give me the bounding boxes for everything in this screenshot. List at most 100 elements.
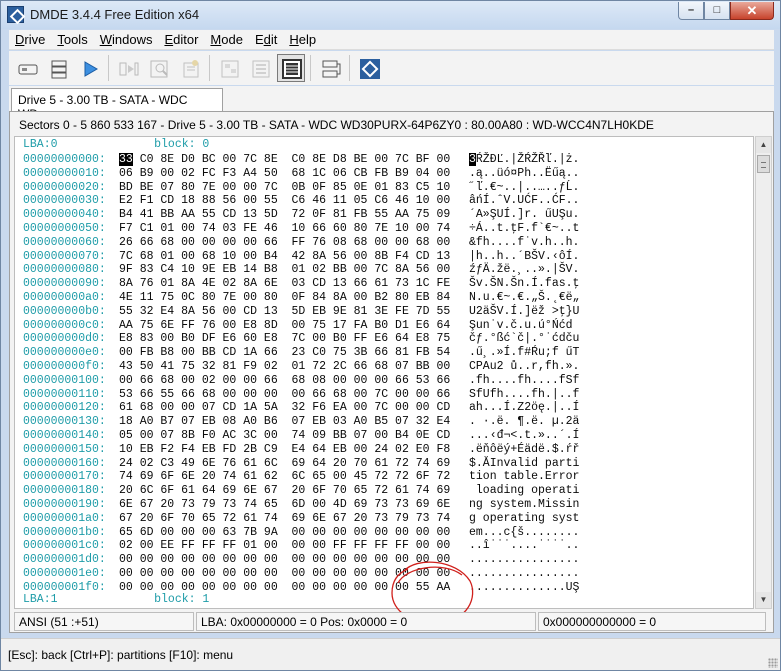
- sectors-icon[interactable]: [114, 54, 142, 82]
- tab-drive-5[interactable]: Drive 5 - 3.00 TB - SATA - WDC WD...: [11, 88, 223, 121]
- toolbar-separator: [209, 55, 210, 81]
- hex-row-address: 00000000090:: [23, 277, 106, 291]
- app-window: DMDE 3.4.4 Free Edition x64 – □ ✕ Drive T…: [0, 0, 781, 671]
- hex-row-bytes: 67 20 6F 70 65 72 61 74 69 6E 67 20 73 7…: [119, 511, 451, 525]
- cluster-map-icon[interactable]: [215, 54, 243, 82]
- drive-icon[interactable]: [13, 54, 41, 82]
- hex-row-bytes: E8 83 00 B0 DF E6 60 E8 7C 00 B0 FF E6 6…: [119, 332, 451, 346]
- hex-row-ascii: čƒ.°ßć`č|.°˙ćdču: [469, 332, 580, 346]
- hex-row-ascii: ..î˙˙˙....˙˙˙˙..: [469, 539, 580, 553]
- toolbar-separator: [108, 55, 109, 81]
- menu-item[interactable]: Windows: [94, 32, 159, 47]
- hex-row-bytes: 43 50 41 75 32 81 F9 02 01 72 2C 66 68 0…: [119, 360, 451, 373]
- maximize-button[interactable]: □: [704, 2, 730, 20]
- hex-row-ascii: .ëňôëý+Éädë.$.ŕř: [469, 442, 580, 456]
- hex-row-address: 00000000060:: [23, 235, 106, 249]
- hex-row-address: 000000000d0:: [23, 332, 106, 346]
- disk-editor-panel: Sectors 0 - 5 860 533 167 - Drive 5 - 3.…: [9, 111, 774, 633]
- hex-row-bytes: 00 FB B8 00 BB CD 1A 66 23 C0 75 3B 66 8…: [119, 346, 451, 360]
- hex-editor-view[interactable]: LBA:0 block: 0 00000000000: C0 8E D0 BC …: [14, 136, 754, 609]
- hex-row-address: 000000001a0:: [23, 511, 106, 525]
- menu-item[interactable]: Editor: [158, 32, 204, 47]
- hex-row-ascii: g operating syst: [469, 511, 580, 525]
- minimize-icon: –: [687, 4, 695, 16]
- lba-footer: LBA:1 block: 1: [23, 593, 210, 606]
- hex-row-bytes: 6E 67 20 73 79 73 74 65 6D 00 4D 69 73 7…: [119, 498, 451, 511]
- hex-row-address: 000000000a0:: [23, 291, 106, 304]
- hex-row-bytes: 20 6C 6F 61 64 69 6E 67 20 6F 70 65 72 6…: [119, 484, 451, 498]
- offset-status: 0x000000000000 = 0: [538, 612, 766, 631]
- file-panel-icon[interactable]: [246, 54, 274, 82]
- hex-row-bytes: 61 68 00 00 07 CD 1A 5A 32 F6 EA 00 7C 0…: [119, 401, 451, 415]
- hex-row-bytes: 24 02 C3 49 6E 76 61 6C 69 64 20 70 61 7…: [119, 456, 451, 470]
- hex-row-bytes: 53 66 55 66 68 00 00 00 00 66 68 00 7C 0…: [119, 387, 451, 401]
- hex-row-bytes: 05 00 07 8B F0 AC 3C 00 74 09 BB 07 00 B…: [119, 429, 451, 442]
- sector-info-line: Sectors 0 - 5 860 533 167 - Drive 5 - 3.…: [19, 118, 654, 132]
- scroll-up-icon[interactable]: ▲: [756, 137, 771, 153]
- cursor-byte[interactable]: 33: [119, 153, 133, 166]
- play-icon[interactable]: [75, 54, 103, 82]
- hex-row-bytes: 26 66 68 00 00 00 00 66 FF 76 08 68 00 0…: [119, 235, 451, 249]
- menu-item[interactable]: Edit: [249, 32, 283, 47]
- ascii-cursor[interactable]: 3: [469, 153, 476, 166]
- hex-view-icon[interactable]: [277, 54, 305, 82]
- hex-row-bytes: 7C 68 01 00 68 10 00 B4 42 8A 56 00 8B F…: [119, 249, 451, 263]
- hex-row-ascii: |h..h..´BŠV.‹ôÍ.: [469, 249, 580, 263]
- hex-row-ascii: ˝ľ.€~..|..…..ƒĹ.: [469, 180, 580, 194]
- hex-row-address: 00000000170:: [23, 470, 106, 484]
- hex-row-ascii: SfUfh....fh.|..f: [469, 387, 580, 401]
- hex-row-bytes: 02 00 EE FF FF FF 01 00 00 00 FF FF FF F…: [119, 539, 451, 553]
- hex-row-ascii: ´A»ŞUÍ.]r. űUŞu.: [469, 208, 580, 222]
- hex-row-ascii: Şun˙v.č.u.ú°Ńćd: [469, 318, 573, 332]
- hex-row-address: 00000000010:: [23, 166, 106, 180]
- hex-row-bytes: 65 6D 00 00 00 63 7B 9A 00 00 00 00 00 0…: [119, 525, 451, 539]
- hex-row-address: 000000001b0:: [23, 525, 106, 539]
- minimize-button[interactable]: –: [678, 2, 704, 20]
- scroll-thumb[interactable]: [757, 155, 770, 173]
- hex-row-bytes: 10 EB F2 F4 EB FD 2B C9 E4 64 EB 00 24 0…: [119, 442, 451, 456]
- reconstruct-icon[interactable]: [176, 54, 204, 82]
- hex-row-address: 000000000b0:: [23, 304, 106, 318]
- hex-row-ascii: ...‹đ¬<.t.»..´.Í: [469, 429, 580, 442]
- menu-item[interactable]: Drive: [9, 32, 51, 47]
- hex-row-address: 00000000020:: [23, 180, 106, 194]
- hex-row-ascii: Šv.ŠN.Šn.Í.fas.ţ: [469, 277, 580, 291]
- menu-item[interactable]: Help: [283, 32, 322, 47]
- title-bar[interactable]: DMDE 3.4.4 Free Edition x64 – □ ✕: [1, 1, 780, 29]
- hex-row-ascii: .fh....fh....fSf: [469, 373, 580, 387]
- close-button[interactable]: ✕: [730, 2, 774, 20]
- hex-row-ascii: ................: [469, 567, 580, 580]
- hex-row-address: 000000001c0:: [23, 539, 106, 553]
- hex-row-address: 00000000130:: [23, 415, 106, 429]
- status-bar: ANSI (51 :+51) LBA: 0x00000000 = 0 Pos: …: [14, 612, 772, 631]
- position-status: LBA: 0x00000000 = 0 Pos: 0x0000 = 0: [196, 612, 536, 631]
- hex-row-address: 00000000050:: [23, 222, 106, 235]
- hex-row-bytes: 4E 11 75 0C 80 7E 00 80 0F 84 8A 00 B2 8…: [119, 291, 451, 304]
- disk-image-icon[interactable]: [316, 54, 344, 82]
- vertical-scrollbar[interactable]: ▲ ▼: [755, 136, 772, 609]
- hex-row-address: 00000000070:: [23, 249, 106, 263]
- search-icon[interactable]: [145, 54, 173, 82]
- hex-row-ascii: .ą..üó¤Ph..Ëűą..: [469, 166, 580, 180]
- menu-item[interactable]: Tools: [51, 32, 93, 47]
- hex-row-ascii: .ű¸.»Í.f#Ŕu;f űT: [469, 346, 580, 360]
- hex-row-ascii: âńÍ.ˆV.UĆF..ĆF..: [469, 194, 580, 208]
- hex-row-ascii: U2äŠV.Í.]ëž >ţ}U: [469, 304, 580, 318]
- partitions-icon[interactable]: [44, 54, 72, 82]
- hex-row-address: 000000001e0:: [23, 567, 106, 580]
- scroll-down-icon[interactable]: ▼: [756, 592, 771, 608]
- hex-row-address: 000000000e0:: [23, 346, 106, 360]
- hex-row-bytes: F7 C1 01 00 74 03 FE 46 10 66 60 80 7E 1…: [119, 222, 451, 235]
- hex-row-ascii: N.u.€~.€.„Š.˛€ë„: [469, 291, 580, 304]
- dmde-logo-icon[interactable]: [355, 54, 383, 82]
- hex-row-ascii: ah...Í.Z2öę.|..Í: [469, 401, 580, 415]
- resize-grip-icon[interactable]: [768, 658, 778, 668]
- dmde-app-icon[interactable]: [7, 6, 24, 23]
- encoding-status: ANSI (51 :+51): [14, 612, 194, 631]
- hex-row-bytes: 06 B9 00 02 FC F3 A4 50 68 1C 06 CB FB B…: [119, 166, 451, 180]
- hex-row-bytes: 74 69 6F 6E 20 74 61 62 6C 65 00 45 72 7…: [119, 470, 451, 484]
- hex-row-ascii: ŔŽĐĽ.|ŽŔŽŘľ.|ż.: [469, 153, 580, 166]
- menu-item[interactable]: Mode: [204, 32, 249, 47]
- menu-bar: Drive Tools Windows Editor Mode Edit Help: [9, 30, 774, 50]
- hex-row-address: 000000001d0:: [23, 553, 106, 567]
